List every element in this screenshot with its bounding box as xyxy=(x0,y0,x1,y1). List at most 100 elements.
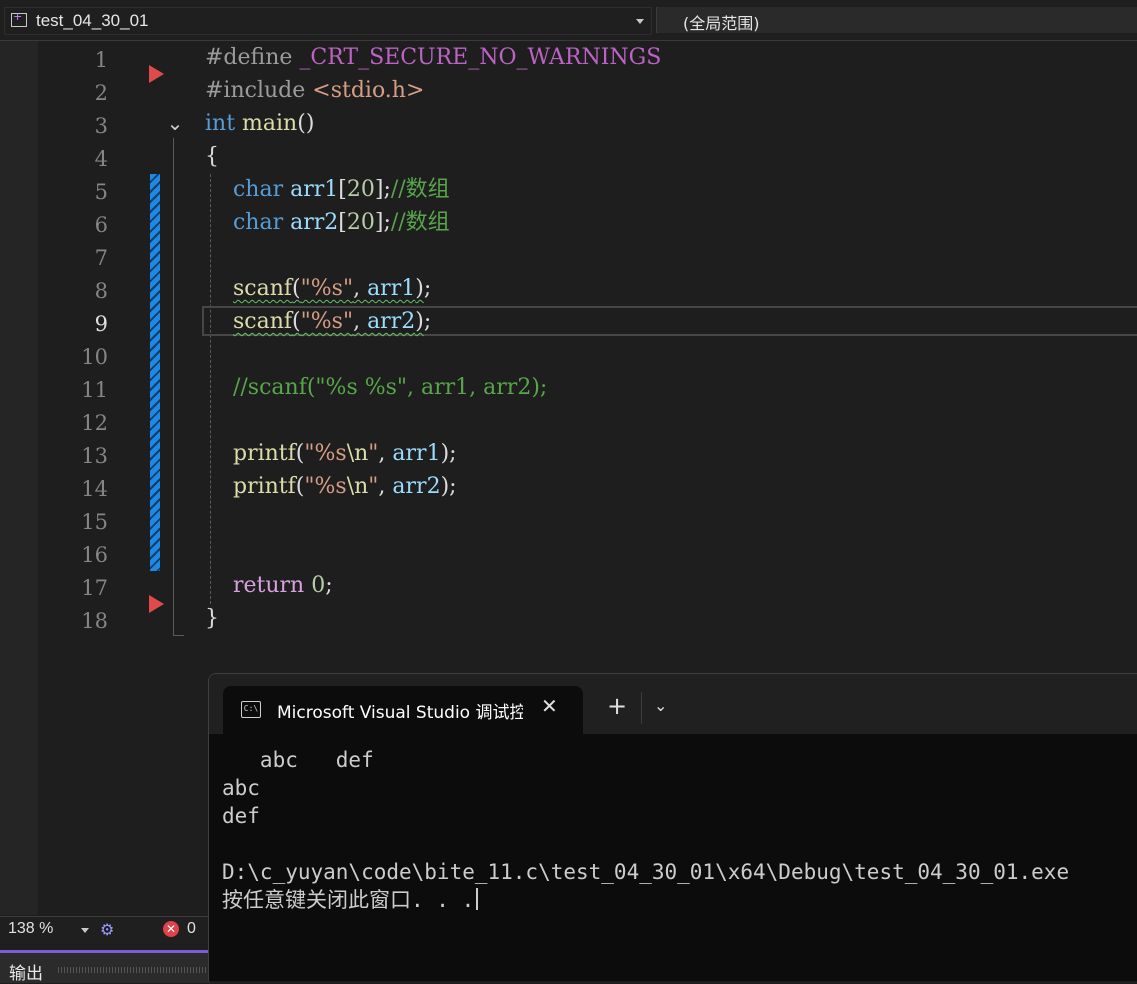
code-token: return xyxy=(232,573,305,598)
code-token: ; xyxy=(325,573,333,598)
line-number: 11 xyxy=(81,378,108,402)
code-token: 20 xyxy=(346,210,375,235)
debug-console-window: C:\ Microsoft Visual Studio 调试控制台 ✕ + ⌄ … xyxy=(208,673,1137,981)
code-token: } xyxy=(205,606,219,631)
line-number: 14 xyxy=(81,477,108,501)
code-line[interactable]: char arr2[20];//数组 xyxy=(205,206,450,239)
code-token: ]; xyxy=(374,177,391,202)
code-line[interactable]: { xyxy=(205,140,219,173)
output-panel-header: 输出 xyxy=(0,950,210,984)
code-token: "%s" xyxy=(300,276,354,301)
breakpoint-arrow-icon[interactable] xyxy=(149,595,164,613)
line-number: 6 xyxy=(94,213,108,237)
code-token: 0 xyxy=(311,573,326,598)
close-icon[interactable]: ✕ xyxy=(541,694,558,718)
code-token: ]; xyxy=(374,210,391,235)
line-number: 18 xyxy=(81,609,108,633)
code-line[interactable]: printf("%s\n", arr1); xyxy=(205,437,457,470)
code-line[interactable]: int main() xyxy=(205,107,314,140)
code-token: scanf xyxy=(232,276,293,301)
code-token: ( xyxy=(292,309,301,334)
code-token: [ xyxy=(338,210,347,235)
code-token: printf xyxy=(232,474,296,499)
line-number: 13 xyxy=(81,444,108,468)
editor-margin xyxy=(0,41,38,915)
zoom-level[interactable]: 138 % xyxy=(8,920,53,938)
chevron-down-icon[interactable]: ⌄ xyxy=(165,112,185,134)
code-token: arr1 xyxy=(290,177,339,202)
code-token: int xyxy=(205,111,236,136)
code-line[interactable]: printf("%s\n", arr2); xyxy=(205,470,457,503)
line-number: 3 xyxy=(94,114,108,138)
code-token: [ xyxy=(338,177,347,202)
code-token: ); xyxy=(440,441,457,466)
breakpoint-arrow-icon[interactable] xyxy=(149,65,164,83)
code-token: "%s xyxy=(304,474,347,499)
error-icon[interactable]: ✕ xyxy=(163,921,179,937)
code-token: , xyxy=(353,276,368,301)
code-token: //scanf("%s %s", arr1, arr2); xyxy=(232,375,548,400)
plus-icon[interactable]: + xyxy=(607,694,627,718)
line-number: 2 xyxy=(94,81,108,105)
cpp-project-icon xyxy=(11,10,27,27)
code-token: main xyxy=(242,111,298,136)
line-number: 15 xyxy=(81,510,108,534)
project-name: test_04_30_01 xyxy=(36,11,149,30)
code-token: "%s" xyxy=(300,309,354,334)
code-line[interactable]: } xyxy=(205,602,219,635)
code-token: ) xyxy=(415,309,424,334)
editor-status-bar: 138 % ⚙ ✕ 0 xyxy=(0,916,210,943)
code-token: arr2 xyxy=(367,309,416,334)
code-token: _CRT_SECURE_NO_WARNINGS xyxy=(299,45,662,70)
code-token: scanf xyxy=(232,309,293,334)
fold-guide-end xyxy=(173,635,184,636)
code-token: #include xyxy=(205,78,313,103)
code-token: arr2 xyxy=(290,210,339,235)
output-tab[interactable]: 输出 xyxy=(9,959,43,984)
console-line-text: 按任意键关闭此窗口. . . xyxy=(222,888,475,912)
chevron-down-icon[interactable]: ⌄ xyxy=(654,696,667,715)
code-token: , xyxy=(378,441,393,466)
code-token: //数组 xyxy=(390,210,450,235)
console-line-text: def xyxy=(222,804,260,828)
project-dropdown[interactable]: test_04_30_01 xyxy=(4,7,652,35)
code-line[interactable]: scanf("%s", arr2); xyxy=(205,305,431,338)
intellicode-icon[interactable]: ⚙ xyxy=(100,920,114,939)
panel-grip[interactable] xyxy=(58,967,208,973)
code-token: "%s xyxy=(304,441,347,466)
code-token: //数组 xyxy=(390,177,450,202)
code-line[interactable]: //scanf("%s %s", arr1, arr2); xyxy=(205,371,547,404)
code-token: ; xyxy=(423,276,432,301)
code-line[interactable]: #define _CRT_SECURE_NO_WARNINGS xyxy=(205,41,661,74)
code-token: printf xyxy=(232,441,296,466)
code-token: () xyxy=(297,111,315,136)
code-token: " xyxy=(368,474,379,499)
console-titlebar: C:\ Microsoft Visual Studio 调试控制台 ✕ + ⌄ xyxy=(209,674,1137,734)
line-number: 10 xyxy=(81,345,108,369)
code-token: arr2 xyxy=(392,474,441,499)
console-line-text: D:\c_yuyan\code\bite_11.c\test_04_30_01\… xyxy=(222,860,1070,884)
console-tab[interactable]: C:\ Microsoft Visual Studio 调试控制台 ✕ xyxy=(223,686,583,734)
console-tab-title: Microsoft Visual Studio 调试控制台 xyxy=(277,703,523,723)
navigation-bar: test_04_30_01 (全局范围) xyxy=(0,0,1137,41)
scope-dropdown[interactable]: (全局范围) xyxy=(656,7,1137,33)
error-count[interactable]: 0 xyxy=(187,920,196,938)
code-token: ; xyxy=(423,309,432,334)
terminal-icon: C:\ xyxy=(241,701,261,718)
code-line[interactable]: char arr1[20];//数组 xyxy=(205,173,450,206)
code-line[interactable]: scanf("%s", arr1); xyxy=(205,272,431,305)
tab-separator xyxy=(641,692,642,724)
chevron-down-icon[interactable] xyxy=(81,928,89,933)
code-line[interactable]: return 0; xyxy=(205,569,333,602)
code-token: <stdio.h> xyxy=(312,78,425,103)
code-token: \n xyxy=(346,474,369,499)
code-token: { xyxy=(205,144,219,169)
code-line[interactable]: #include <stdio.h> xyxy=(205,74,424,107)
console-line-text: abc xyxy=(222,776,260,800)
line-number: 12 xyxy=(81,411,108,435)
console-line: abc def xyxy=(222,746,374,774)
